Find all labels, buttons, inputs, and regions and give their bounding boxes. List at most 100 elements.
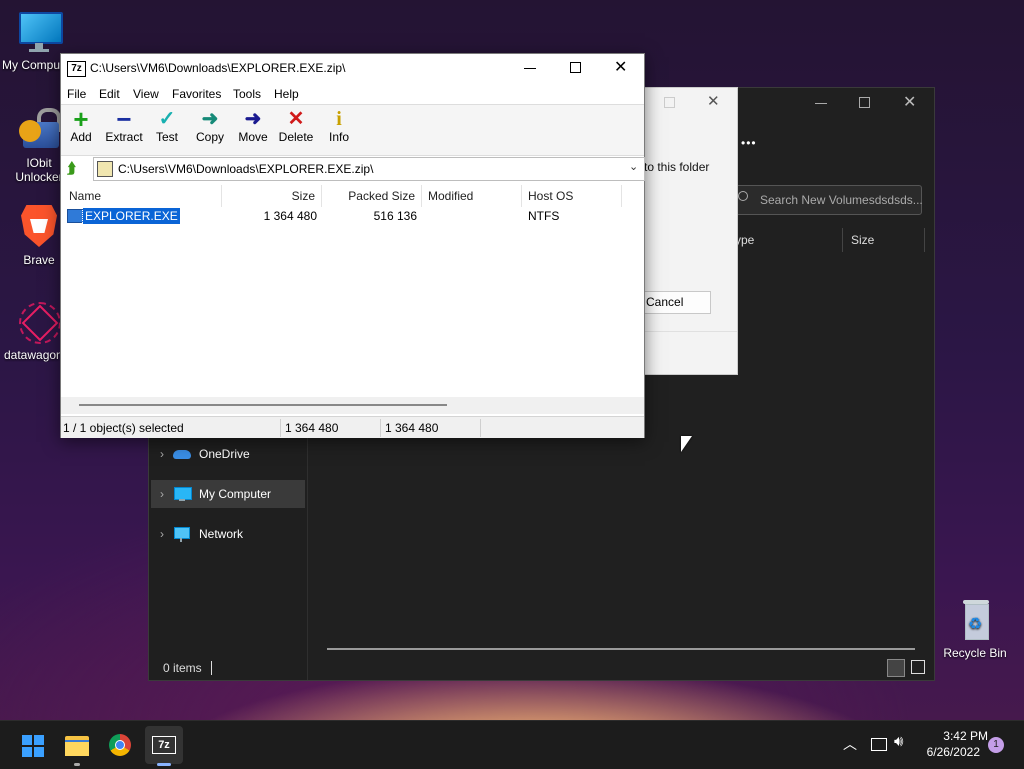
up-folder-button[interactable]: ⮭ bbox=[66, 160, 84, 178]
search-box[interactable]: Search New Volumesdsdsds... bbox=[735, 185, 923, 215]
file-name[interactable]: EXPLORER.EXE bbox=[82, 207, 181, 225]
app-icon: 7z bbox=[67, 61, 86, 77]
search-input[interactable]: Search New Volumesdsdsds... bbox=[760, 193, 923, 207]
chevron-up-icon[interactable]: ︿ bbox=[843, 734, 857, 754]
chevron-right-icon: › bbox=[160, 487, 164, 501]
file-packed-size: 516 136 bbox=[373, 209, 417, 223]
column-header-name[interactable]: Name bbox=[63, 185, 222, 207]
status-packed-size: 1 364 480 bbox=[383, 419, 481, 437]
network-tray-icon[interactable] bbox=[871, 738, 887, 751]
close-button[interactable]: ✕ bbox=[614, 57, 627, 77]
notification-badge[interactable]: 1 bbox=[988, 737, 1004, 753]
menu-tools[interactable]: Tools bbox=[233, 87, 261, 101]
test-icon: ✓ bbox=[158, 108, 176, 130]
desktop-icon-label: Recycle Bin bbox=[943, 646, 1007, 660]
copy-button[interactable]: ➜ Copy bbox=[188, 108, 232, 144]
close-button[interactable]: ✕ bbox=[903, 92, 916, 112]
scrollbar-thumb[interactable] bbox=[79, 404, 447, 406]
extract-label: Extract bbox=[105, 130, 143, 144]
computer-icon bbox=[173, 486, 193, 502]
nav-item-my-computer[interactable]: › My Computer bbox=[151, 480, 305, 508]
close-icon[interactable]: ✕ bbox=[707, 92, 720, 110]
column-divider bbox=[924, 228, 925, 252]
chevron-right-icon: › bbox=[160, 527, 164, 541]
file-explorer-icon[interactable] bbox=[58, 726, 96, 766]
start-icon[interactable] bbox=[14, 726, 52, 764]
address-input[interactable]: C:\Users\VM6\Downloads\EXPLORER.EXE.zip\ bbox=[118, 162, 373, 176]
monitor-icon bbox=[17, 10, 63, 54]
extract-button[interactable]: − Extract bbox=[102, 104, 146, 144]
sevenzip-window: 7z C:\Users\VM6\Downloads\EXPLORER.EXE.z… bbox=[60, 53, 645, 438]
more-options-button[interactable]: ••• bbox=[741, 136, 757, 150]
column-header-modified[interactable]: Modified bbox=[422, 185, 522, 207]
maximize-button[interactable] bbox=[570, 62, 581, 73]
brave-icon bbox=[17, 205, 61, 249]
chrome-icon[interactable] bbox=[101, 726, 139, 764]
minimize-button[interactable] bbox=[815, 103, 827, 104]
copy-dialog: ✕ to this folder Cancel bbox=[642, 87, 738, 375]
status-divider bbox=[211, 661, 212, 675]
copy-label: Copy bbox=[195, 130, 224, 144]
clock-date[interactable]: 6/26/2022 bbox=[918, 745, 980, 759]
recycle-bin-icon: ♻ bbox=[953, 598, 997, 642]
taskbar: 7z ︿ 🔊︎ 3:42 PM 6/26/2022 1 bbox=[0, 720, 1024, 769]
dialog-maximize-button[interactable] bbox=[664, 97, 675, 108]
move-label: Move bbox=[238, 130, 268, 144]
delete-icon: ✕ bbox=[287, 108, 305, 130]
clock-time[interactable]: 3:42 PM bbox=[928, 729, 988, 743]
file-modified bbox=[428, 207, 523, 225]
column-header-packed-size[interactable]: Packed Size bbox=[322, 185, 422, 207]
add-icon: + bbox=[73, 104, 89, 134]
iobit-unlocker-icon bbox=[17, 108, 61, 152]
volume-icon[interactable]: 🔊︎ bbox=[894, 733, 903, 750]
sevenzip-icon[interactable]: 7z bbox=[145, 726, 183, 766]
nav-item-label: Network bbox=[199, 527, 244, 541]
datawagon-icon bbox=[15, 300, 61, 344]
menu-file[interactable]: File bbox=[67, 87, 86, 101]
chevron-right-icon: › bbox=[160, 447, 164, 461]
minimize-button[interactable] bbox=[524, 68, 536, 69]
column-header-size[interactable]: Size bbox=[851, 233, 874, 247]
file-host-os: NTFS bbox=[528, 209, 560, 223]
test-button[interactable]: ✓ Test bbox=[145, 108, 189, 144]
info-button[interactable]: i Info bbox=[317, 108, 361, 144]
menu-edit[interactable]: Edit bbox=[99, 87, 120, 101]
file-icon bbox=[67, 209, 84, 223]
delete-button[interactable]: ✕ Delete bbox=[274, 108, 318, 144]
info-label: Info bbox=[328, 130, 349, 144]
address-bar[interactable]: C:\Users\VM6\Downloads\EXPLORER.EXE.zip\… bbox=[93, 157, 645, 181]
column-header-size[interactable]: Size bbox=[222, 185, 322, 207]
network-icon bbox=[173, 526, 193, 542]
maximize-button[interactable] bbox=[859, 97, 870, 108]
window-title: C:\Users\VM6\Downloads\EXPLORER.EXE.zip\ bbox=[90, 61, 346, 75]
copy-icon: ➜ bbox=[201, 108, 219, 130]
status-selection: 1 / 1 object(s) selected bbox=[61, 419, 281, 437]
horizontal-scrollbar[interactable] bbox=[327, 648, 915, 650]
navigation-pane: › OneDrive › My Computer › Network bbox=[149, 428, 308, 680]
onedrive-icon bbox=[173, 446, 193, 462]
move-button[interactable]: ➜ Move bbox=[231, 108, 275, 144]
file-size: 1 364 480 bbox=[263, 209, 317, 223]
nav-item-network[interactable]: › Network bbox=[151, 520, 305, 548]
extract-icon: − bbox=[116, 104, 132, 134]
column-divider bbox=[842, 228, 843, 252]
menu-favorites[interactable]: Favorites bbox=[172, 87, 221, 101]
column-header-host-os[interactable]: Host OS bbox=[522, 185, 622, 207]
zip-archive-icon bbox=[97, 161, 113, 177]
chevron-down-icon[interactable]: ⌄ bbox=[629, 160, 638, 173]
add-button[interactable]: + Add bbox=[59, 104, 103, 144]
search-icon bbox=[738, 191, 748, 201]
up-arrow-icon: ⮭ bbox=[67, 160, 76, 177]
tiles-view-icon[interactable] bbox=[911, 660, 925, 674]
cancel-button[interactable]: Cancel bbox=[642, 291, 711, 314]
details-view-icon[interactable] bbox=[887, 659, 905, 677]
desktop-icon-recycle-bin[interactable]: ♻ Recycle Bin bbox=[940, 598, 1010, 660]
move-icon: ➜ bbox=[244, 108, 262, 130]
mouse-cursor bbox=[681, 436, 692, 452]
nav-item-onedrive[interactable]: › OneDrive bbox=[151, 440, 305, 468]
status-size: 1 364 480 bbox=[283, 419, 381, 437]
menu-help[interactable]: Help bbox=[274, 87, 299, 101]
menu-view[interactable]: View bbox=[133, 87, 159, 101]
info-icon: i bbox=[336, 108, 342, 130]
nav-item-label: OneDrive bbox=[199, 447, 250, 461]
